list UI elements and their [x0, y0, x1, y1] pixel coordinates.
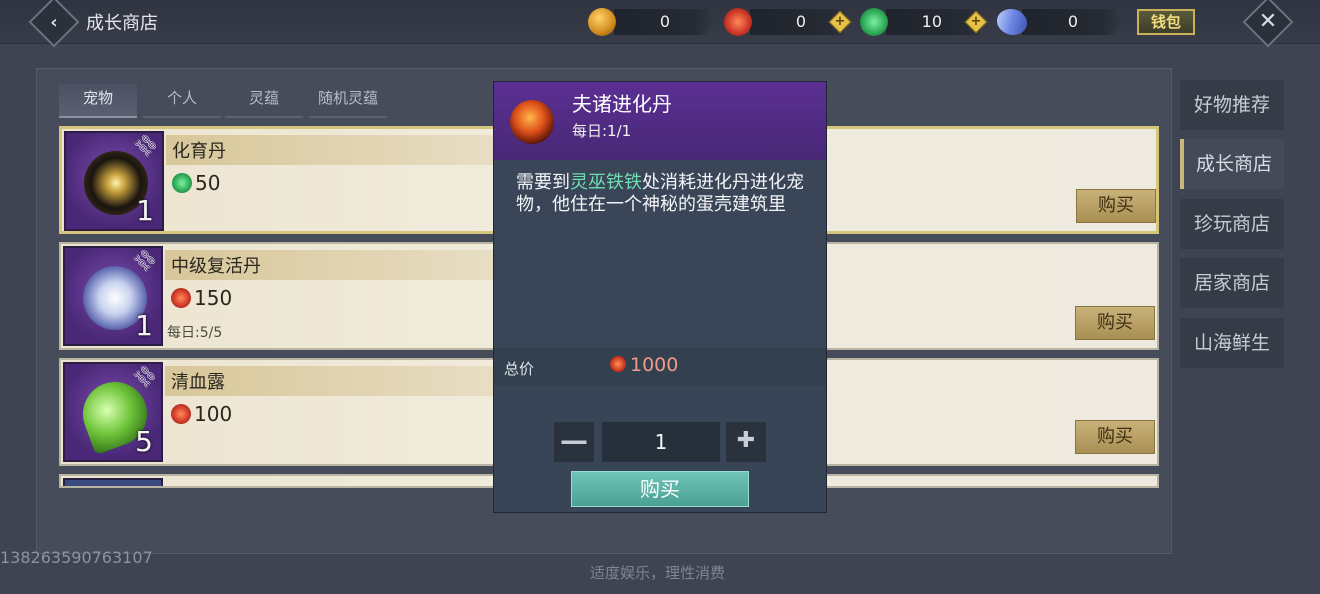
side-nav-home-shop[interactable]: 居家商店: [1180, 258, 1284, 308]
gold-ingot-icon: [588, 8, 616, 36]
currency-green-value: 10: [921, 12, 942, 31]
red-swirl-coin-icon: [171, 288, 191, 308]
decrease-quantity-button[interactable]: —: [554, 422, 594, 462]
close-button[interactable]: ✕: [1242, 0, 1294, 48]
plus-icon: +: [970, 14, 982, 29]
npc-name-link[interactable]: 灵巫铁铁: [570, 172, 642, 193]
confirm-buy-button[interactable]: 购买: [571, 471, 749, 507]
currency-gold: 0: [614, 9, 714, 35]
currency-blue-value: 0: [1067, 12, 1078, 31]
increase-quantity-button[interactable]: ✚: [726, 422, 766, 462]
buy-button[interactable]: 购买: [1076, 189, 1156, 223]
item-quantity: 5: [135, 425, 153, 458]
tab-pet[interactable]: 宠物: [59, 84, 137, 118]
chevron-left-icon: ‹: [50, 11, 58, 33]
buy-button[interactable]: 购买: [1075, 420, 1155, 454]
item-name: 中级复活丹: [171, 256, 261, 277]
bound-chain-icon: ⛓: [130, 244, 162, 277]
total-price-value: 1000: [630, 354, 679, 376]
evolution-pill-icon: [510, 100, 554, 144]
currency-red-value: 0: [795, 12, 806, 31]
item-name: 清血露: [171, 372, 225, 393]
side-nav-treasure-shop[interactable]: 珍玩商店: [1180, 199, 1284, 249]
purchase-dialog: 夫诸进化丹 每日:1/1 需要到灵巫铁铁处消耗进化丹进化宠物，他住在一个神秘的蛋…: [493, 81, 827, 513]
red-swirl-coin-icon: [171, 404, 191, 424]
bound-chain-icon: ⛓: [131, 129, 163, 162]
dialog-title: 夫诸进化丹: [572, 92, 672, 116]
plus-icon: +: [834, 14, 846, 29]
bound-chain-icon: ⛓: [130, 360, 162, 393]
item-price-value: 100: [194, 402, 233, 426]
blue-crystal-icon: [992, 2, 1032, 42]
item-name: 化育丹: [172, 141, 226, 162]
item-thumbnail: ⛓ 5: [63, 360, 163, 462]
currency-gold-value: 0: [659, 12, 670, 31]
item-description: 需要到灵巫铁铁处消耗进化丹进化宠物，他住在一个神秘的蛋壳建筑里: [516, 172, 806, 216]
tab-random-spirit[interactable]: 随机灵蕴: [309, 84, 387, 118]
close-icon: ✕: [1258, 9, 1278, 34]
desc-text-1: 需要到: [516, 172, 570, 193]
red-swirl-coin-icon: [610, 356, 626, 372]
dialog-header: 夫诸进化丹 每日:1/1: [494, 82, 826, 160]
item-thumbnail: [63, 478, 163, 486]
total-label: 总价: [504, 360, 535, 378]
currency-blue: 0: [1022, 9, 1122, 35]
green-jade-coin-icon: [860, 8, 888, 36]
item-thumbnail: ⛓ 1: [64, 129, 164, 231]
buy-button[interactable]: 购买: [1075, 306, 1155, 340]
wallet-button[interactable]: 钱包: [1137, 9, 1195, 35]
red-swirl-coin-icon: [724, 8, 752, 36]
item-quantity: 1: [135, 309, 153, 342]
back-button[interactable]: ‹: [28, 0, 80, 48]
health-notice: 适度娱乐，理性消费: [590, 564, 726, 582]
side-nav-recommend[interactable]: 好物推荐: [1180, 80, 1284, 130]
item-price: 100: [171, 402, 232, 426]
account-id: 13826359076310​7: [0, 548, 153, 567]
daily-limit: 每日:5/5: [167, 325, 223, 341]
green-jade-coin-icon: [172, 173, 192, 193]
side-nav-growth-shop[interactable]: 成长商店: [1180, 139, 1284, 189]
side-nav-fresh-food[interactable]: 山海鲜生: [1180, 318, 1284, 368]
item-price-value: 50: [195, 171, 221, 195]
item-price: 150: [171, 286, 232, 310]
item-quantity: 1: [136, 194, 154, 227]
total-price: 1000: [610, 354, 678, 376]
dialog-daily-limit: 每日:1/1: [572, 122, 632, 140]
item-thumbnail: ⛓ 1: [63, 244, 163, 346]
top-bar: ‹ 成长商店 0 0 + 10 + 0 钱包 ✕: [0, 0, 1320, 48]
item-price-value: 150: [194, 286, 233, 310]
tab-spirit[interactable]: 灵蕴: [225, 84, 303, 118]
quantity-input[interactable]: 1: [602, 422, 720, 462]
tab-personal[interactable]: 个人: [143, 84, 221, 118]
page-title: 成长商店: [86, 13, 158, 34]
item-price: 50: [172, 171, 220, 195]
